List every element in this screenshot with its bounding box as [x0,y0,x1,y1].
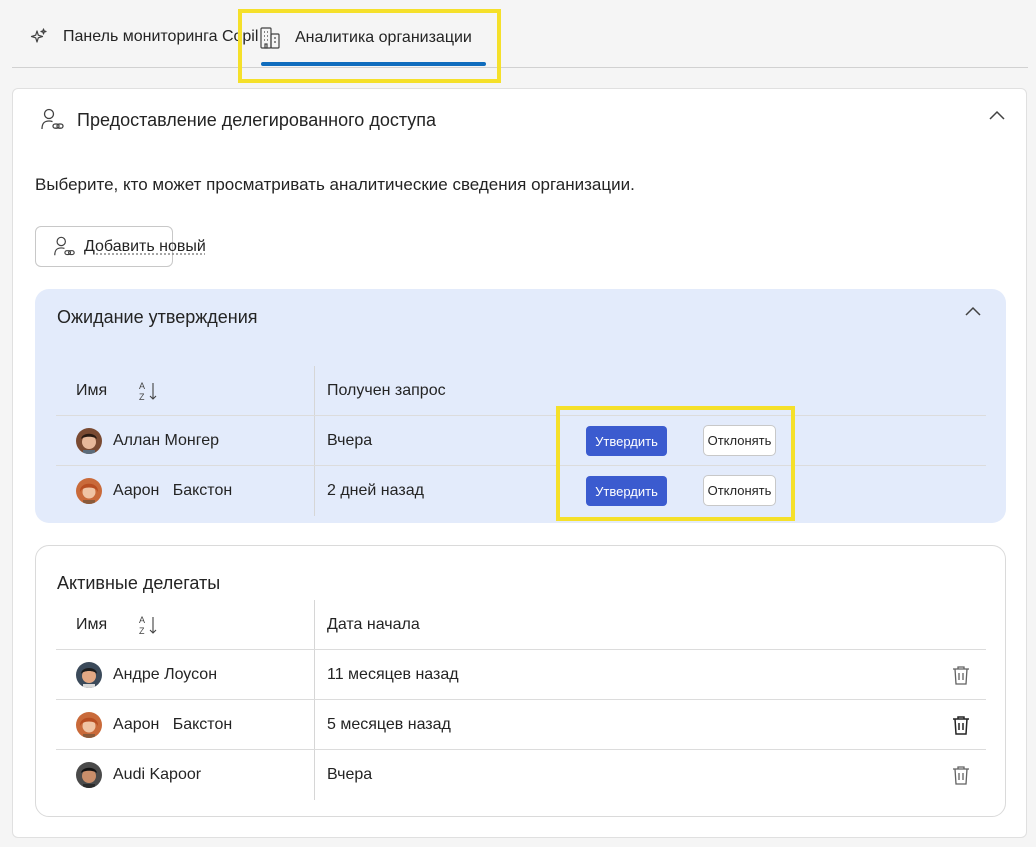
column-divider [314,700,315,749]
table-header-row: Имя A Z Дата начала [56,600,986,650]
person-cell: Аарон Бакстон [76,700,232,749]
avatar [76,427,102,454]
pending-table: Имя A Z Получен запрос Аллан Монгер Вчер… [56,366,986,516]
table-row: Audi Kapoor Вчера [56,750,986,800]
active-title: Активные делегаты [57,573,221,593]
trash-icon[interactable] [950,714,972,736]
person-cell: Аарон Бакстон [76,466,232,516]
section-description: Выберите, кто может просматривать аналит… [35,175,635,194]
person-name: Андре Лоусон [113,665,218,683]
column-divider [314,750,315,800]
request-date: 2 дней назад [327,482,424,499]
svg-text:Z: Z [139,626,145,636]
table-row: Аарон Бакстон 5 месяцев назад [56,700,986,750]
start-date: 5 месяцев назад [327,715,451,733]
tab-bar: Панель мониторинга Copilot Аналитика орг… [12,0,1028,68]
table-row: Аллан Монгер Вчера Утвердить Отклонять [56,416,986,466]
column-divider [314,650,315,699]
trash-icon[interactable] [950,764,972,786]
card-header: Предоставление делегированного доступа [39,107,436,133]
tab-org-label: Аналитика организации [295,29,472,46]
tab-copilot-dashboard[interactable]: Панель мониторинга Copilot [30,28,272,46]
person-cell: Андре Лоусон [76,650,217,699]
pending-title: Ожидание утверждения [57,307,258,327]
svg-text:A: A [139,381,145,391]
reject-button[interactable]: Отклонять [703,425,776,456]
person-link-icon [41,108,64,130]
column-header-requested[interactable]: Получен запрос [327,366,446,415]
person-link-icon [54,236,75,255]
person-name: Аарон Бакстон [113,482,233,499]
start-date: Вчера [327,766,373,783]
table-row: Андре Лоусон 11 месяцев назад [56,650,986,700]
column-divider [314,466,315,516]
person-name: Аарон Бакстон [113,715,233,733]
sort-az-icon[interactable]: A Z [138,614,160,636]
column-divider [314,416,315,465]
avatar [76,711,102,738]
building-icon [260,27,280,49]
delegated-access-card: Предоставление делегированного доступа В… [12,88,1027,838]
avatar [76,661,102,688]
person-name: Audi Kapoor [113,766,202,783]
table-header-row: Имя A Z Получен запрос [56,366,986,416]
person-cell: Audi Kapoor [76,750,201,800]
person-name: Аллан Монгер [113,431,220,449]
svg-text:A: A [139,615,145,625]
avatar [76,762,102,788]
column-divider [314,600,315,649]
active-tab-indicator [261,62,486,66]
approve-button[interactable]: Утвердить [586,426,667,456]
sort-az-icon[interactable]: A Z [138,380,160,402]
column-header-name[interactable]: Имя [76,366,107,415]
add-new-label: Добавить новый [84,237,206,255]
sparkle-icon [30,28,47,43]
request-date: Вчера [327,431,373,449]
section-title: Предоставление делегированного доступа [77,109,437,130]
svg-text:Z: Z [139,392,145,402]
approve-button[interactable]: Утвердить [586,476,667,506]
reject-button[interactable]: Отклонять [703,475,776,506]
avatar [76,478,102,504]
pending-approval-panel: Ожидание утверждения Имя A Z Получен зап… [35,289,1006,523]
chevron-up-icon[interactable] [962,301,984,323]
tab-copilot-label: Панель мониторинга Copilot [63,28,272,45]
chevron-up-icon[interactable] [986,105,1008,127]
active-table: Имя A Z Дата начала Андре Лоусон 11 меся… [56,600,986,800]
trash-icon[interactable] [950,664,972,686]
column-divider [314,366,315,415]
tab-org-analytics[interactable]: Аналитика организации [259,26,476,50]
column-header-start-date[interactable]: Дата начала [327,600,420,649]
add-new-button[interactable]: Добавить новый [35,226,206,267]
column-header-name[interactable]: Имя [76,600,107,649]
start-date: 11 месяцев назад [327,665,459,683]
table-row: Аарон Бакстон 2 дней назад Утвердить Отк… [56,466,986,516]
person-cell: Аллан Монгер [76,416,219,465]
active-delegates-panel: Активные делегаты Имя A Z Дата начала Ан… [35,545,1006,817]
